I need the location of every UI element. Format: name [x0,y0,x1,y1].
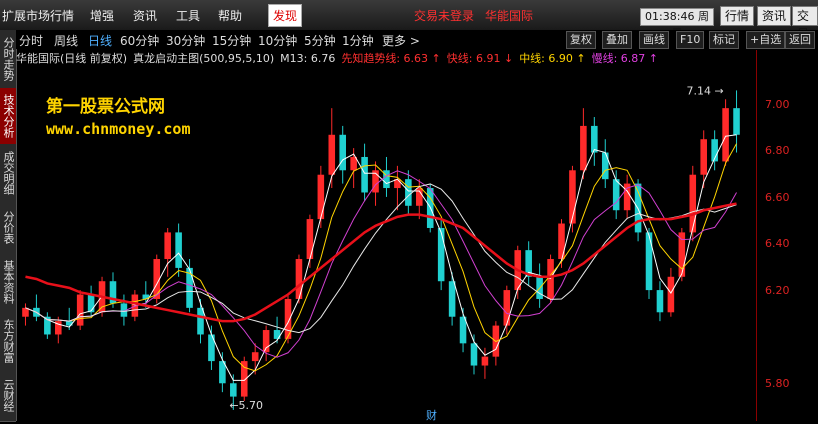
candle-body [251,352,259,362]
trade-button[interactable]: 交易 [792,6,818,41]
candle-body [722,108,729,162]
y-tick: 6.80 [765,144,790,157]
period-1min[interactable]: 1分钟 [342,32,374,49]
adjust-button[interactable]: 复权 [566,31,596,49]
candle-body [240,361,248,397]
candle-body [612,179,620,211]
candle-body [700,139,707,175]
low-price-label: ←5.70 [229,399,263,412]
tab-trades[interactable]: 成交明细 [0,144,16,203]
formula-name: 真龙启动主图(500,95,5,10) [133,52,275,65]
menu-discover[interactable]: 发现 [268,4,303,27]
tab-cloud-finance[interactable]: 云财经 [0,370,16,422]
back-button[interactable]: 返回 [785,31,815,49]
mark-button[interactable]: 标记 [709,31,739,49]
menu-help[interactable]: 帮助 [218,7,242,24]
stock-title: 华能国际(日线 前复权) [16,52,128,65]
mid-line-value: 中线: 6.90 ↑ [519,52,586,65]
candle-body [667,276,675,313]
period-toolbar: 分时 周线 日线 60分钟 30分钟 15分钟 10分钟 5分钟 1分钟 更多 … [16,30,818,49]
add-watchlist-button[interactable]: +自选 [746,31,786,49]
candle-body [689,174,697,233]
menu-extended-market[interactable]: 扩展市场行情 [2,7,74,24]
period-intraday[interactable]: 分时 [19,32,43,49]
candle-body [405,179,412,206]
candle-body [186,267,193,308]
clock: 01:38:46 周二 [640,8,714,39]
login-status[interactable]: 交易未登录 [414,7,474,24]
quote-button[interactable]: 行情 [720,6,755,26]
high-price-label: 7.14 → [687,84,724,97]
candle-body [328,134,336,175]
candle-body [175,232,182,268]
candle-body [164,232,171,260]
candle-body [197,307,204,335]
candle-body [733,108,740,135]
candle-body [437,227,445,282]
candle-body [339,134,346,171]
candle-body [580,125,587,171]
fast-ma-line [25,134,737,381]
period-5min[interactable]: 5分钟 [304,32,336,49]
candle-body [295,259,303,299]
candle-body [558,223,565,260]
watermark-title: 第一股票公式网 [46,97,165,117]
menu-tools[interactable]: 工具 [176,7,200,24]
overlay-button[interactable]: 叠加 [602,31,632,49]
candle-body [208,334,215,362]
candle-body [317,174,325,220]
draw-line-button[interactable]: 画线 [639,31,669,49]
y-tick: 7.00 [765,98,790,111]
period-daily[interactable]: 日线 [88,32,112,49]
sidebar: 分时走势 技术分析 成交明细 分价表 基本资料 东方财富 云财经 [0,30,17,422]
candle-body [306,219,314,260]
candle-body [656,290,664,313]
y-tick: 5.80 [765,377,790,390]
period-15min[interactable]: 15分钟 [212,32,251,49]
financial-report-marker: 财 [426,408,437,421]
tab-intraday[interactable]: 分时走势 [0,30,16,89]
f10-button[interactable]: F10 [676,31,705,49]
trend-line-value: 先知趋势线: 6.63 ↑ [341,52,441,65]
menu-enhance[interactable]: 增强 [90,7,114,24]
price-axis: 7.00 6.80 6.60 6.40 6.20 5.80 [756,50,818,421]
period-10min[interactable]: 10分钟 [258,32,297,49]
menu-bar: 扩展市场行情 增强 资讯 工具 帮助 发现 交易未登录 华能国际 01:38:4… [0,0,818,41]
candle-body [503,290,511,326]
tab-eastmoney[interactable]: 东方财富 [0,312,16,371]
candle-body [591,125,598,153]
more-periods[interactable]: 更多 > [382,32,420,49]
slow-line-value: 慢线: 6.87 ↑ [591,52,659,65]
candle-body [230,383,237,397]
period-weekly[interactable]: 周线 [54,32,78,49]
period-60min[interactable]: 60分钟 [120,32,159,49]
candle-body [361,156,368,193]
fast-line-value: 快线: 6.91 ↓ [446,52,514,65]
candle-body [87,294,95,313]
tab-price-table[interactable]: 分价表 [0,202,16,253]
trend-line [25,202,737,323]
indicator-bar: 华能国际(日线 前复权) 真龙启动主图(500,95,5,10) M13: 6.76… [16,50,756,66]
period-30min[interactable]: 30分钟 [166,32,205,49]
news-button[interactable]: 资讯 [757,6,792,26]
candle-body [470,343,478,366]
candle-body [481,356,489,366]
y-tick: 6.20 [765,284,790,297]
y-tick: 6.60 [765,191,790,204]
m13-value: M13: 6.76 [280,52,336,65]
candle-body [448,281,456,317]
candle-body [547,259,554,299]
watermark-url: www.chnmoney.com [46,120,191,138]
menu-news[interactable]: 资讯 [133,7,157,24]
candle-body [645,232,653,291]
candle-body [76,294,84,326]
stock-name-header: 华能国际 [485,9,534,23]
y-tick: 6.40 [765,237,790,250]
tab-fundamentals[interactable]: 基本资料 [0,252,16,313]
tab-technical[interactable]: 技术分析 [0,88,16,145]
candle-body [601,152,609,180]
